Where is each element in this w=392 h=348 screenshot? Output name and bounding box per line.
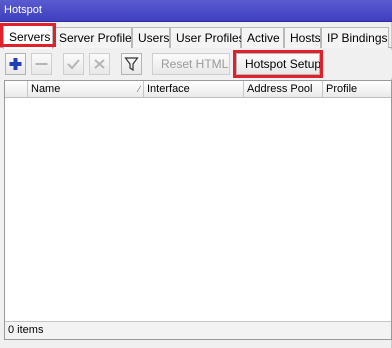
filter-button[interactable] [121, 53, 142, 75]
window-title: Hotspot [4, 4, 42, 16]
tab-users[interactable]: Users [132, 27, 170, 48]
item-count: 0 items [8, 324, 44, 336]
column-header-name[interactable]: Name ∕ [28, 81, 144, 97]
tab-active[interactable]: Active [241, 27, 284, 48]
disable-button[interactable] [89, 53, 110, 75]
column-header-profile[interactable]: Profile [323, 81, 391, 97]
toolbar: Reset HTML Hotspot Setup [0, 50, 392, 78]
status-bar: 0 items [5, 321, 391, 339]
x-icon [94, 59, 105, 69]
check-icon [67, 59, 80, 70]
tab-server-profiles[interactable]: Server Profiles [53, 27, 138, 48]
filter-icon [124, 57, 139, 72]
minus-icon [35, 63, 48, 65]
remove-button[interactable] [31, 53, 52, 75]
column-header-flags[interactable] [5, 81, 28, 97]
reset-html-button[interactable]: Reset HTML [152, 53, 230, 75]
servers-table[interactable]: Name ∕ Interface Address Pool Profile 0 … [4, 80, 392, 340]
hotspot-window: Hotspot Servers Server Profiles Users Us… [0, 0, 392, 348]
sort-indicator-icon: ∕ [138, 84, 140, 94]
plus-icon [9, 58, 22, 70]
title-bar[interactable]: Hotspot [0, 0, 392, 22]
tab-user-profiles[interactable]: User Profiles [170, 27, 245, 48]
add-button[interactable] [5, 53, 26, 75]
tab-ip-bindings[interactable]: IP Bindings [321, 27, 389, 48]
column-header-interface[interactable]: Interface [144, 81, 244, 97]
column-header-label: Name [31, 83, 61, 95]
enable-button[interactable] [63, 53, 84, 75]
column-header-address-pool[interactable]: Address Pool [244, 81, 323, 97]
hotspot-setup-button[interactable]: Hotspot Setup [236, 53, 321, 75]
tab-bar: Servers Server Profiles Users User Profi… [0, 23, 392, 49]
tab-hosts[interactable]: Hosts [284, 27, 321, 48]
table-header: Name ∕ Interface Address Pool Profile [5, 81, 391, 98]
tab-servers[interactable]: Servers [3, 25, 53, 49]
